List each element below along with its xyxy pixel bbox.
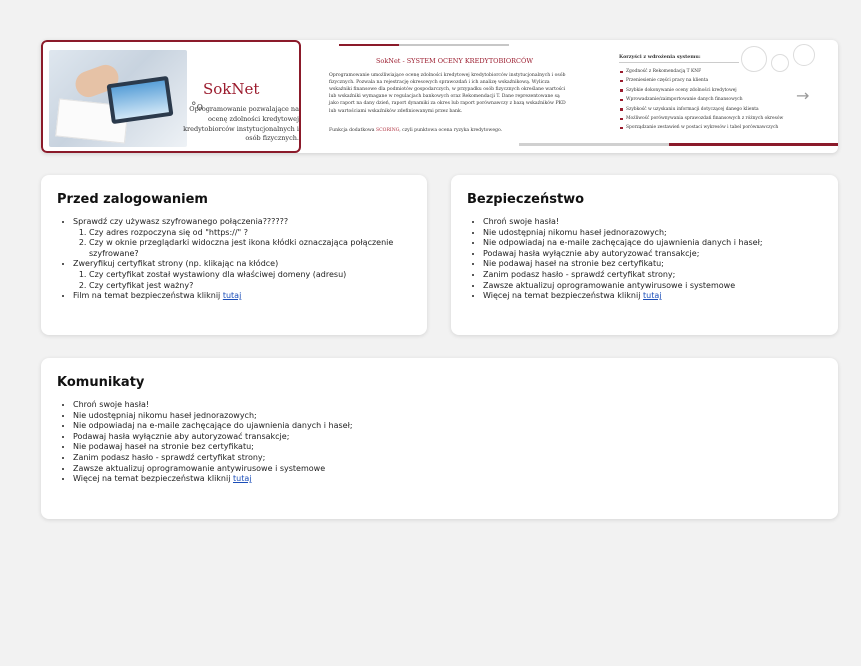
- list-item-text: Więcej na temat bezpieczeństwa kliknij: [73, 474, 233, 484]
- list-item: Podawaj hasła wyłącznie aby autoryzować …: [73, 432, 822, 443]
- list-item: Sprawdź czy używasz szyfrowanego połącze…: [73, 217, 411, 259]
- banner-slide-soknet: SokNet °o Oprogramowanie pozwalające na …: [41, 40, 301, 153]
- banner-slide-system: SokNet - SYSTEM OCENY KREDYTOBIORCÓW Opr…: [327, 44, 582, 149]
- list-item: Nie podawaj haseł na stronie bez certyfi…: [73, 442, 822, 453]
- sub-list-item: Czy adres rozpoczyna się od "https://" ?: [89, 228, 411, 239]
- security-card: Bezpieczeństwo Chroń swoje hasła! Nie ud…: [451, 175, 838, 335]
- banner-system-text: Oprogramowanie umożliwiające ocenę zdoln…: [329, 73, 566, 114]
- security-more-link[interactable]: tutaj: [643, 291, 661, 300]
- sub-list: Czy adres rozpoczyna się od "https://" ?…: [73, 228, 411, 260]
- scoring-prefix: Funkcja dodatkowa: [329, 128, 375, 133]
- security-list: Chroń swoje hasła! Nie udostępniaj nikom…: [467, 217, 822, 302]
- banner-soknet-title: SokNet: [203, 80, 260, 98]
- benefits-list: Zgodność z Rekomendacją T KNF Przeniesie…: [619, 67, 799, 133]
- banner-slide-benefits: Korzyści z wdrożenia systemu: Zgodność z…: [619, 54, 799, 144]
- list-item: Podawaj hasła wyłącznie aby autoryzować …: [483, 249, 822, 260]
- list-item: Nie udostępniaj nikomu haseł jednorazowy…: [483, 228, 822, 239]
- benefit-item: Szybkie dokonywanie oceny zdolności kred…: [619, 86, 799, 95]
- sub-list-item: Czy certyfikat został wystawiony dla wła…: [89, 270, 411, 281]
- carousel-progress-bar: [519, 143, 838, 146]
- slide-progress-bar: [339, 44, 509, 46]
- list-item-text: Zweryfikuj certyfikat strony (np. klikaj…: [73, 259, 279, 269]
- list-item-text: Więcej na temat bezpieczeństwa kliknij: [483, 291, 643, 301]
- list-item: Zanim podasz hasło - sprawdź certyfikat …: [483, 270, 822, 281]
- carousel-next-arrow-icon[interactable]: →: [796, 88, 809, 104]
- list-item: Zanim podasz hasło - sprawdź certyfikat …: [73, 453, 822, 464]
- banner-carousel[interactable]: SokNet °o Oprogramowanie pozwalające na …: [41, 40, 838, 153]
- list-item: Nie udostępniaj nikomu haseł jednorazowy…: [73, 411, 822, 422]
- security-title: Bezpieczeństwo: [467, 192, 585, 207]
- messages-more-link[interactable]: tutaj: [233, 474, 251, 483]
- list-item-text: Film na temat bezpieczeństwa kliknij: [73, 291, 223, 301]
- banner-photo: [49, 50, 187, 147]
- list-item: Nie podawaj haseł na stronie bez certyfi…: [483, 259, 822, 270]
- messages-list: Chroń swoje hasła! Nie udostępniaj nikom…: [57, 400, 822, 485]
- list-item: Nie odpowiadaj na e-maile zachęcające do…: [483, 238, 822, 249]
- before-login-title: Przed zalogowaniem: [57, 192, 208, 207]
- list-item: Film na temat bezpieczeństwa kliknij tut…: [73, 291, 411, 302]
- benefit-item: Sporządzanie zestawień w postaci wykresó…: [619, 123, 799, 132]
- list-item: Więcej na temat bezpieczeństwa kliknij t…: [483, 291, 822, 302]
- list-item-text: Sprawdź czy używasz szyfrowanego połącze…: [73, 217, 289, 226]
- benefit-item: Zgodność z Rekomendacją T KNF: [619, 67, 799, 76]
- list-item: Zawsze aktualizuj oprogramowanie antywir…: [483, 281, 822, 292]
- benefits-title: Korzyści z wdrożenia systemu:: [619, 54, 739, 63]
- messages-title: Komunikaty: [57, 375, 145, 390]
- scoring-suffix: , czyli punktowa ocena ryzyka kredytoweg…: [399, 128, 503, 133]
- sub-list-item: Czy certyfikat jest ważny?: [89, 281, 411, 292]
- list-item: Nie odpowiadaj na e-maile zachęcające do…: [73, 421, 822, 432]
- scoring-accent: SCORING: [376, 128, 400, 133]
- list-item: Chroń swoje hasła!: [483, 217, 822, 228]
- banner-system-title: SokNet - SYSTEM OCENY KREDYTOBIORCÓW: [375, 57, 534, 65]
- list-item: Chroń swoje hasła!: [73, 400, 822, 411]
- sub-list-item: Czy w oknie przeglądarki widoczna jest i…: [89, 238, 411, 259]
- before-login-list: Sprawdź czy używasz szyfrowanego połącze…: [57, 217, 411, 302]
- benefit-item: Szybkość w uzyskaniu informacji dotycząc…: [619, 105, 799, 114]
- benefit-item: Możliwość porównywania sprawozdań finans…: [619, 114, 799, 123]
- tablet-image: [106, 75, 174, 125]
- benefit-item: Wprowadzanie/zaimportowanie danych finan…: [619, 95, 799, 104]
- banner-soknet-description: Oprogramowanie pozwalające na ocenę zdol…: [183, 105, 299, 143]
- security-film-link[interactable]: tutaj: [223, 291, 241, 300]
- before-login-card: Przed zalogowaniem Sprawdź czy używasz s…: [41, 175, 427, 335]
- list-item: Więcej na temat bezpieczeństwa kliknij t…: [73, 474, 822, 485]
- benefit-item: Przeniesienie części pracy na klienta: [619, 76, 799, 85]
- messages-card: Komunikaty Chroń swoje hasła! Nie udostę…: [41, 358, 838, 519]
- list-item: Zawsze aktualizuj oprogramowanie antywir…: [73, 464, 822, 475]
- sub-list: Czy certyfikat został wystawiony dla wła…: [73, 270, 411, 291]
- list-item: Zweryfikuj certyfikat strony (np. klikaj…: [73, 259, 411, 291]
- banner-scoring-text: Funkcja dodatkowa SCORING, czyli punktow…: [329, 128, 569, 133]
